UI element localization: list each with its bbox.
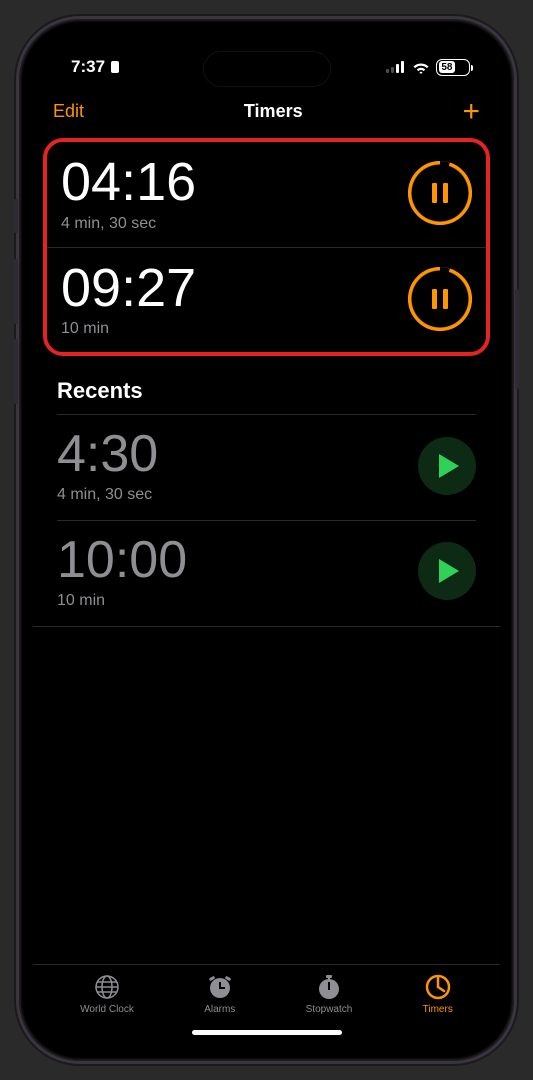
tab-alarms[interactable]: Alarms [204,973,235,1015]
tab-label: Stopwatch [306,1004,353,1015]
recent-timer-row[interactable]: 4:30 4 min, 30 sec [57,414,476,520]
recent-duration: 10:00 [57,533,187,588]
status-time: 7:37 [71,57,121,77]
wifi-icon [412,61,430,74]
timer-label: 10 min [61,320,196,338]
active-timer-row[interactable]: 04:16 4 min, 30 sec [47,142,486,248]
pause-button[interactable] [408,161,472,225]
recent-label: 4 min, 30 sec [57,486,158,504]
location-icon [109,60,121,74]
tab-label: Timers [423,1004,453,1015]
side-button [515,289,519,389]
start-button[interactable] [418,437,476,495]
recents-heading: Recents [33,356,500,414]
clock-text: 7:37 [71,57,105,77]
active-timers-highlight: 04:16 4 min, 30 sec 09:27 10 min [43,138,490,356]
recents-list: 4:30 4 min, 30 sec 10:00 10 min [33,414,500,626]
tab-stopwatch[interactable]: Stopwatch [306,973,353,1015]
timer-label: 4 min, 30 sec [61,215,196,233]
timer-remaining: 04:16 [61,154,196,211]
play-icon [439,559,459,583]
tab-world-clock[interactable]: World Clock [80,973,134,1015]
nav-bar: Edit Timers + [33,91,500,136]
globe-icon [93,973,121,1001]
page-title: Timers [244,101,303,122]
volume-down-button [14,339,18,404]
active-timer-row[interactable]: 09:27 10 min [47,248,486,353]
volume-up-button [14,259,18,324]
add-timer-button[interactable]: + [462,102,480,122]
recent-label: 10 min [57,592,187,610]
battery-icon: 58 [436,59,470,76]
pause-button[interactable] [408,267,472,331]
mute-switch [14,199,18,233]
recent-timer-row[interactable]: 10:00 10 min [57,520,476,626]
start-button[interactable] [418,542,476,600]
tab-timers[interactable]: Timers [423,973,453,1015]
home-indicator[interactable] [33,1017,500,1047]
alarm-icon [206,973,234,1001]
edit-button[interactable]: Edit [53,101,84,122]
stopwatch-icon [315,973,343,1001]
dynamic-island [203,51,331,87]
battery-pct: 58 [439,61,456,73]
tab-label: Alarms [204,1004,235,1015]
phone-frame: 7:37 58 Edit Timers + 04:16 4 min, 30 se… [16,16,517,1064]
tab-bar: World Clock Alarms Stopwatch Timers [33,964,500,1017]
tab-label: World Clock [80,1004,134,1015]
timer-icon [424,973,452,1001]
cellular-icon [386,61,406,73]
play-icon [439,454,459,478]
screen: 7:37 58 Edit Timers + 04:16 4 min, 30 se… [33,33,500,1047]
timer-remaining: 09:27 [61,260,196,317]
recent-duration: 4:30 [57,427,158,482]
